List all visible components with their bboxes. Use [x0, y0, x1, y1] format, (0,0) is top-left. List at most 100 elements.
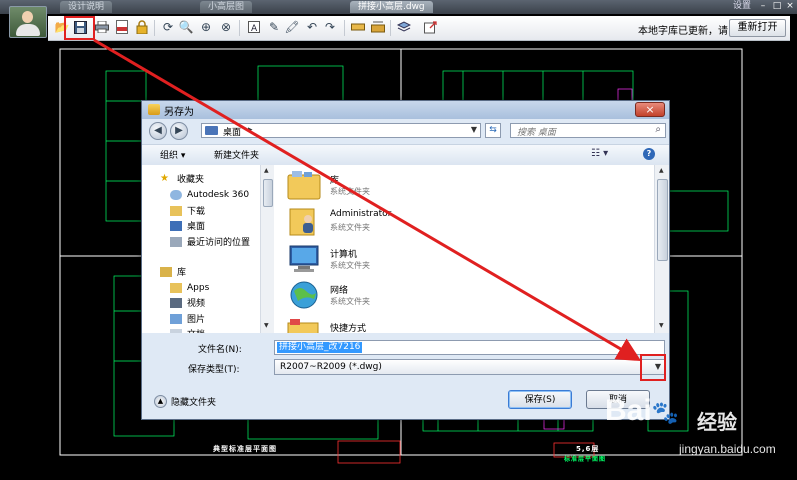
- dialog-close-button[interactable]: ×: [635, 102, 665, 117]
- watermark-url: jingyan.baidu.com: [679, 442, 776, 456]
- library-icon: [287, 171, 321, 200]
- tree-item-pictures[interactable]: 图片: [170, 311, 205, 326]
- filename-label: 文件名(N):: [198, 345, 242, 355]
- cad-caption-right: 5,6层: [576, 445, 600, 453]
- tree-item-libraries[interactable]: 库: [160, 264, 186, 279]
- tab-strip: 设计说明 小高层图 拼接小高层.dwg 设置 – □ ×: [0, 0, 797, 14]
- rotate-view-icon[interactable]: ⟳: [160, 19, 176, 35]
- view-options-button[interactable]: ☷ ▾: [591, 148, 608, 159]
- close-icon[interactable]: ×: [784, 1, 796, 12]
- dialog-command-bar: 组织 ▾ 新建文件夹 ☷ ▾ ?: [142, 144, 669, 166]
- network-icon: [290, 281, 318, 309]
- address-bar[interactable]: 桌面 ▸ ▼: [201, 123, 481, 138]
- dialog-nav-row: ◀ ▶ 桌面 ▸ ▼ ⇆ 搜索 桌面 ⌕: [142, 119, 669, 143]
- reopen-button[interactable]: 重新打开: [729, 19, 786, 37]
- watermark-brand: Bai🐾: [605, 394, 680, 427]
- file-list: 库 系统文件夹 Administrator 系统文件夹 计算机 系统文件夹 网络…: [274, 165, 654, 333]
- picture-icon: [170, 313, 182, 324]
- zoom-extents-icon[interactable]: ⊗: [218, 19, 234, 35]
- pdf-icon[interactable]: [114, 19, 130, 35]
- dialog-form: 文件名(N): 拼接小高层_改7216 保存类型(T): R2007~R2009…: [142, 333, 669, 419]
- search-placeholder: 搜索 桌面: [517, 128, 556, 138]
- desktop-icon: [205, 126, 218, 135]
- tree-item-recent[interactable]: 最近访问的位置: [170, 234, 250, 249]
- save-button[interactable]: 保存(S): [508, 390, 572, 409]
- tree-scroll-thumb[interactable]: [263, 179, 273, 207]
- save-as-dialog: 另存为 × ◀ ▶ 桌面 ▸ ▼ ⇆ 搜索 桌面 ⌕ 组织 ▾ 新建文件夹 ☷ …: [141, 100, 670, 420]
- address-location: 桌面: [223, 128, 242, 138]
- tree-scrollbar[interactable]: ▲ ▼: [260, 165, 274, 333]
- chevron-right-icon[interactable]: ▸: [248, 125, 253, 135]
- file-list-scroll-thumb[interactable]: [657, 179, 668, 261]
- organize-button[interactable]: 组织 ▾: [160, 148, 185, 161]
- minimize-icon[interactable]: –: [757, 1, 769, 12]
- export-icon[interactable]: [422, 19, 438, 35]
- settings-link[interactable]: 设置: [733, 0, 751, 13]
- list-item[interactable]: Administrator 系统文件夹: [286, 203, 646, 239]
- filetype-label: 保存类型(T):: [188, 365, 240, 375]
- list-item[interactable]: 库 系统文件夹: [286, 167, 646, 203]
- folder-icon: [170, 282, 182, 293]
- tree-item-favorites[interactable]: ★ 收藏夹: [160, 171, 204, 186]
- cad-caption-right-sub: 标准层平面图: [564, 456, 607, 463]
- file-list-scrollbar[interactable]: ▲ ▼: [654, 165, 669, 333]
- list-item[interactable]: 计算机 系统文件夹: [286, 241, 646, 277]
- help-icon[interactable]: ?: [643, 148, 655, 160]
- search-icon[interactable]: ⌕: [655, 124, 661, 135]
- recent-icon: [170, 236, 182, 247]
- desktop-icon: [170, 220, 182, 231]
- tree-item-autodesk-360[interactable]: Autodesk 360: [170, 187, 249, 202]
- chevron-down-icon[interactable]: ▼: [471, 125, 477, 134]
- computer-icon: [289, 245, 319, 272]
- back-button[interactable]: ◀: [149, 122, 167, 140]
- main-toolbar: 📂 ⟳ 🔍 ⊕ ⊗ A ✎ 🖍 ↶ ↷ 本地字库已更新，请 重新打开: [48, 16, 790, 41]
- list-item[interactable]: 快捷方式: [286, 315, 646, 333]
- dialog-title: 另存为: [164, 107, 194, 118]
- new-folder-button[interactable]: 新建文件夹: [214, 148, 259, 161]
- tree-item-downloads[interactable]: 下载: [170, 203, 205, 218]
- filename-field[interactable]: 拼接小高层_改7216: [274, 340, 665, 355]
- list-item[interactable]: 网络 系统文件夹: [286, 277, 646, 313]
- print-icon[interactable]: [94, 19, 110, 35]
- refresh-button[interactable]: ⇆: [485, 123, 501, 138]
- redo-icon[interactable]: ↷: [322, 19, 338, 35]
- video-icon: [170, 297, 182, 308]
- search-input[interactable]: 搜索 桌面 ⌕: [510, 123, 666, 138]
- measure-icon[interactable]: [350, 19, 366, 35]
- avatar-head: [22, 11, 33, 23]
- filetype-value: R2007~R2009 (*.dwg): [280, 362, 382, 372]
- lock-icon[interactable]: [134, 19, 150, 35]
- watermark-brand-suffix: 经验: [697, 410, 737, 434]
- tab-design-notes[interactable]: 设计说明: [60, 1, 113, 13]
- user-folder-icon: [289, 208, 315, 236]
- area-measure-icon[interactable]: [370, 19, 386, 35]
- tree-item-videos[interactable]: 视频: [170, 295, 205, 310]
- highlighter-icon[interactable]: 🖍: [284, 19, 300, 35]
- layers-icon[interactable]: [396, 19, 412, 35]
- tree-item-apps[interactable]: Apps: [170, 280, 209, 295]
- tree-item-documents[interactable]: 文档: [170, 326, 205, 333]
- cad-viewer-app: 设计说明 小高层图 拼接小高层.dwg 设置 – □ × 📂 ⟳ 🔍 ⊕ ⊗ A…: [0, 0, 797, 480]
- cloud-icon: [170, 189, 182, 200]
- filetype-select[interactable]: R2007~R2009 (*.dwg) ▼: [274, 359, 665, 375]
- dialog-body: ★ 收藏夹 Autodesk 360 下载 桌面 最近访问的位置 库 Apps …: [142, 165, 669, 333]
- zoom-window-icon[interactable]: ⊕: [198, 19, 214, 35]
- tree-item-desktop[interactable]: 桌面: [170, 218, 205, 233]
- undo-icon[interactable]: ↶: [304, 19, 320, 35]
- pencil-icon[interactable]: ✎: [266, 19, 282, 35]
- text-tool-icon[interactable]: A: [246, 19, 262, 35]
- tab-active-drawing[interactable]: 拼接小高层.dwg: [350, 1, 433, 13]
- dialog-titlebar: 另存为 ×: [142, 101, 669, 119]
- paw-icon: 🐾: [651, 400, 680, 425]
- maximize-icon[interactable]: □: [771, 1, 783, 12]
- hide-folders-toggle[interactable]: ▲ 隐藏文件夹: [154, 395, 216, 408]
- zoom-in-icon[interactable]: 🔍: [178, 19, 194, 35]
- folder-icon: [148, 104, 160, 115]
- forward-button[interactable]: ▶: [170, 122, 188, 140]
- svg-text:A: A: [251, 24, 258, 33]
- filename-value: 拼接小高层_改7216: [277, 342, 363, 353]
- avatar[interactable]: [9, 6, 47, 38]
- star-icon: ★: [160, 172, 169, 184]
- save-highlight-box: [64, 16, 95, 40]
- tab-small-highrise[interactable]: 小高层图: [200, 1, 253, 13]
